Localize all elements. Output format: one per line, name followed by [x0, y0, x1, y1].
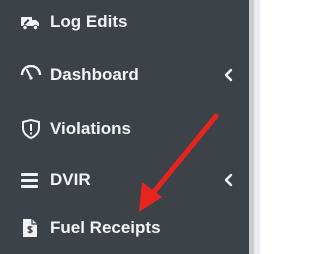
sidebar-item-label: Fuel Receipts: [50, 218, 161, 237]
sidebar-nav: Log Edits Dashboard Violations DVIR Fuel…: [0, 0, 249, 254]
chevron-left-icon[interactable]: [223, 68, 233, 82]
truck-pencil-icon: [20, 12, 42, 32]
sidebar-item-label: Log Edits: [50, 12, 128, 31]
chevron-left-icon[interactable]: [223, 173, 233, 187]
menu-bars-icon: [20, 170, 42, 190]
sidebar-item-violations[interactable]: Violations: [0, 107, 249, 151]
speedometer-icon: [20, 65, 42, 85]
sidebar-item-dashboard[interactable]: Dashboard: [0, 53, 249, 97]
sidebar-item-dvir[interactable]: DVIR: [0, 158, 249, 202]
main-content: [260, 0, 281, 254]
shield-alert-icon: [20, 119, 42, 139]
sidebar-item-label: DVIR: [50, 170, 91, 189]
sidebar-item-fuel-receipts[interactable]: Fuel Receipts: [0, 206, 249, 250]
receipt-dollar-icon: [20, 218, 42, 238]
sidebar-item-log-edits[interactable]: Log Edits: [0, 0, 249, 44]
sidebar-item-label: Dashboard: [50, 65, 139, 84]
sidebar-item-label: Violations: [50, 119, 131, 138]
